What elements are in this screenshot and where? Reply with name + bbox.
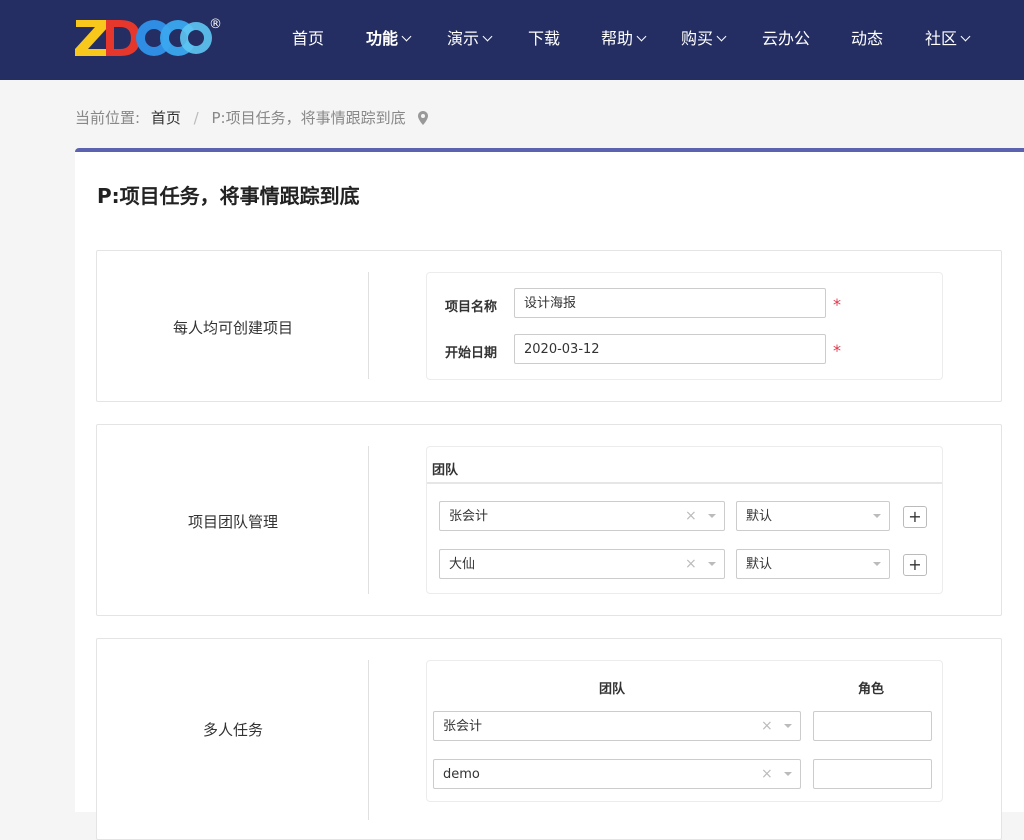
section-multi-person-task: 多人任务 团队 角色 张会计 × demo × xyxy=(96,638,1002,840)
team-heading-rule xyxy=(427,482,942,484)
team-member-select[interactable]: 张会计 xyxy=(439,501,725,531)
team-member-select[interactable]: 大仙 xyxy=(439,549,725,579)
content-card: P:项目任务，将事情跟踪到底 每人均可创建项目 项目名称 设计海报 * 开始日期… xyxy=(75,148,1024,840)
chevron-down-icon xyxy=(873,514,881,518)
team-role-select[interactable]: 默认 xyxy=(736,549,890,579)
team-form: 团队 张会计 × 默认 + 大仙 × 默认 + xyxy=(426,446,943,594)
multi-task-form: 团队 角色 张会计 × demo × xyxy=(426,660,943,802)
clear-icon[interactable]: × xyxy=(761,711,773,741)
nav-help[interactable]: 帮助 xyxy=(601,29,647,49)
nav-demo[interactable]: 演示 xyxy=(447,29,493,49)
breadcrumb-prefix: 当前位置: xyxy=(75,109,141,127)
section-divider xyxy=(368,272,369,379)
column-header-role: 角色 xyxy=(858,682,885,697)
nav-community[interactable]: 社区 xyxy=(925,29,971,49)
section-divider xyxy=(368,446,369,594)
team-heading: 团队 xyxy=(432,463,459,478)
clear-icon[interactable]: × xyxy=(685,549,697,579)
task-member-select[interactable]: 张会计 xyxy=(433,711,801,741)
section-label: 每人均可创建项目 xyxy=(172,319,293,337)
nav-home[interactable]: 首页 xyxy=(292,29,324,49)
breadcrumb-separator: / xyxy=(193,109,199,127)
task-member-select[interactable]: demo xyxy=(433,759,801,789)
section-team-management: 项目团队管理 团队 张会计 × 默认 + 大仙 × 默认 + xyxy=(96,424,1002,616)
top-navigation-bar: ® 首页 功能 演示 下载 帮助 购买 云办公 动态 社区 xyxy=(0,0,1024,80)
clear-icon[interactable]: × xyxy=(685,501,697,531)
chevron-down-icon xyxy=(784,772,792,776)
page-title: P:项目任务，将事情跟踪到底 xyxy=(97,184,360,208)
section-create-project: 每人均可创建项目 项目名称 设计海报 * 开始日期 2020-03-12 * xyxy=(96,250,1002,402)
nav-buy[interactable]: 购买 xyxy=(681,29,727,49)
chevron-down-icon xyxy=(873,562,881,566)
chevron-down-icon xyxy=(708,514,716,518)
nav-news[interactable]: 动态 xyxy=(851,29,883,49)
project-name-label: 项目名称 xyxy=(445,300,498,315)
add-member-button[interactable]: + xyxy=(903,506,927,528)
section-label: 项目团队管理 xyxy=(187,513,278,531)
location-pin-icon xyxy=(418,111,429,125)
start-date-label: 开始日期 xyxy=(445,346,498,361)
add-member-button[interactable]: + xyxy=(903,554,927,576)
chevron-down-icon xyxy=(482,31,493,42)
task-role-input[interactable] xyxy=(813,759,932,789)
chevron-down-icon xyxy=(636,31,647,42)
section-label: 多人任务 xyxy=(202,721,263,739)
breadcrumb: 当前位置: 首页 / P:项目任务，将事情跟踪到底 xyxy=(75,108,429,128)
required-mark: * xyxy=(833,295,841,314)
nav-download[interactable]: 下载 xyxy=(528,29,560,49)
chevron-down-icon xyxy=(708,562,716,566)
nav-features[interactable]: 功能 xyxy=(366,29,412,49)
section-divider xyxy=(368,660,369,820)
zdoo-logo[interactable] xyxy=(74,16,214,60)
task-role-input[interactable] xyxy=(813,711,932,741)
chevron-down-icon xyxy=(960,31,971,42)
create-project-form: 项目名称 设计海报 * 开始日期 2020-03-12 * xyxy=(426,272,943,380)
team-role-select[interactable]: 默认 xyxy=(736,501,890,531)
clear-icon[interactable]: × xyxy=(761,759,773,789)
breadcrumb-home-link[interactable]: 首页 xyxy=(151,109,181,127)
registered-mark: ® xyxy=(209,17,222,32)
required-mark: * xyxy=(833,341,841,360)
chevron-down-icon xyxy=(784,724,792,728)
start-date-input[interactable]: 2020-03-12 xyxy=(514,334,826,364)
chevron-down-icon xyxy=(401,31,412,42)
nav-cloud-office[interactable]: 云办公 xyxy=(762,29,810,49)
project-name-input[interactable]: 设计海报 xyxy=(514,288,826,318)
chevron-down-icon xyxy=(716,31,727,42)
breadcrumb-current: P:项目任务，将事情跟踪到底 xyxy=(211,109,406,127)
column-header-team: 团队 xyxy=(599,682,626,697)
